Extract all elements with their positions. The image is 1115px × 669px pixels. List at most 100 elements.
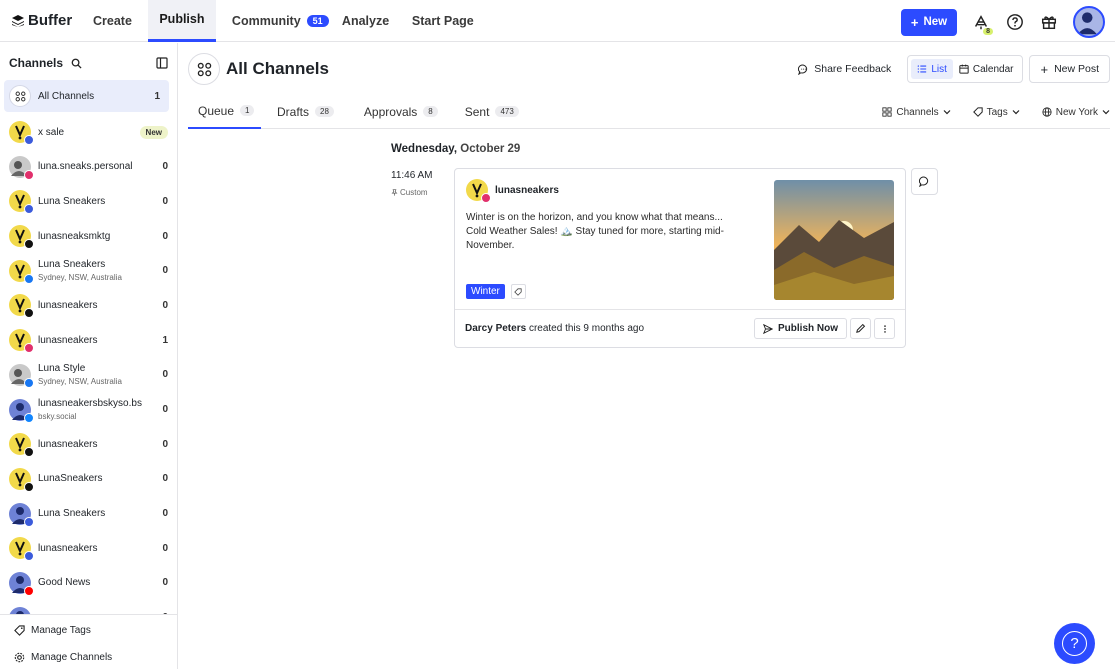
gear-icon xyxy=(14,652,25,662)
tag-winter[interactable]: Winter xyxy=(466,284,505,299)
network-icon xyxy=(24,204,34,215)
post-author: lunasneakers xyxy=(466,179,559,203)
sidebar-channel-item[interactable]: lunasneakers 0 xyxy=(0,427,177,462)
post-image[interactable] xyxy=(774,180,894,300)
post-card[interactable]: lunasneakers Winter is on the horizon, a… xyxy=(454,168,906,348)
help-chat-button[interactable]: ? xyxy=(1054,623,1095,664)
comment-button[interactable] xyxy=(911,168,938,195)
sidebar-channel-item[interactable]: Luna Sneakers Sydney, NSW, Australia 0 xyxy=(0,253,177,288)
sidebar-channel-item[interactable]: lunasneaksmktg 0 xyxy=(0,219,177,254)
channel-post-count: 0 xyxy=(162,438,168,450)
channel-post-count: 0 xyxy=(162,161,168,173)
timezone-filter-label: New York xyxy=(1055,106,1098,118)
whats-new-button[interactable]: 8 xyxy=(971,12,993,35)
instagram-icon xyxy=(481,193,491,203)
tab-drafts[interactable]: Drafts 28 xyxy=(267,95,344,129)
chevron-down-icon xyxy=(1012,110,1020,115)
network-icon xyxy=(24,239,34,250)
sidebar-channel-item[interactable]: Luna Style Sydney, NSW, Australia 0 xyxy=(0,358,177,393)
sidebar-channel-item[interactable]: lunasneakersbskyso.bsky bsky.social 0 xyxy=(0,392,177,427)
sidebar-channel-item[interactable]: Luna Sneakers 0 xyxy=(0,184,177,219)
tab-count: 1 xyxy=(240,105,255,116)
tab-label: Sent xyxy=(464,104,490,119)
send-icon xyxy=(763,323,773,334)
calendar-view-label: Calendar xyxy=(972,63,1014,75)
tab-queue[interactable]: Queue 1 xyxy=(188,95,261,129)
channel-text: x sale xyxy=(38,127,140,138)
publish-now-button[interactable]: Publish Now xyxy=(754,318,847,339)
post-tabs: Queue 1 Drafts 28 Approvals 8 Sent 473 C… xyxy=(188,95,1110,129)
mountain-sunset-image xyxy=(774,180,894,300)
chevron-down-icon xyxy=(1102,110,1110,115)
day-heading: Wednesday, October 29 xyxy=(391,143,520,155)
channel-text: Luna Sneakers xyxy=(38,508,142,519)
filters: Channels Tags New York xyxy=(882,95,1110,129)
sidebar-channel-item[interactable]: lunasneakers 0 xyxy=(0,531,177,566)
channel-name: All Channels xyxy=(38,90,95,102)
all-channels-icon xyxy=(188,53,220,85)
new-post-button[interactable]: + New Post xyxy=(1029,55,1110,83)
sidebar-channel-item[interactable]: lunasneakers 0 xyxy=(0,288,177,323)
network-icon xyxy=(24,377,34,388)
sidebar-channel-item[interactable]: Luna Sneakers 0 xyxy=(0,496,177,531)
channel-name: lunasneaksmktg xyxy=(38,230,111,242)
share-feedback-button[interactable]: Share Feedback xyxy=(798,63,891,75)
comment-icon xyxy=(919,176,929,187)
edit-post-button[interactable] xyxy=(850,318,871,339)
user-avatar[interactable] xyxy=(1073,6,1105,38)
channel-text: Luna Sneakers Sydney, NSW, Australia xyxy=(38,259,142,282)
plus-icon: + xyxy=(1040,61,1049,77)
channel-name: lunasneakers xyxy=(38,438,98,450)
tags-filter[interactable]: Tags xyxy=(972,107,1020,118)
add-tag-button[interactable] xyxy=(510,284,526,299)
timezone-filter[interactable]: New York xyxy=(1042,107,1110,118)
slot-time: 11:46 AM xyxy=(391,170,433,181)
new-badge: New xyxy=(139,125,168,139)
channel-avatar xyxy=(9,502,34,527)
more-options-button[interactable] xyxy=(874,318,895,339)
channels-filter[interactable]: Channels xyxy=(882,107,951,118)
buffer-logo[interactable]: Buffer xyxy=(0,12,78,29)
more-vertical-icon xyxy=(883,324,886,333)
sidebar-item-all-channels[interactable]: All Channels 1 xyxy=(4,80,169,112)
sidebar-channel-item[interactable]: lunasneakers 1 xyxy=(0,323,177,358)
collapse-sidebar-icon[interactable] xyxy=(156,57,168,69)
nav-create[interactable]: Create xyxy=(78,0,148,42)
brand-name: Buffer xyxy=(28,12,73,29)
nav-start-page[interactable]: Start Page xyxy=(396,0,474,42)
nav-community[interactable]: Community 51 xyxy=(216,0,329,42)
manage-tags-button[interactable]: Manage Tags xyxy=(0,618,177,642)
gift-button[interactable] xyxy=(1039,12,1059,32)
nav-analyze[interactable]: Analyze xyxy=(326,0,396,42)
channels-sidebar: Channels All Channels 1 x sale New luna.snea… xyxy=(0,43,178,669)
tab-approvals[interactable]: Approvals 8 xyxy=(354,95,448,129)
nav-publish[interactable]: Publish xyxy=(147,0,216,42)
new-post-label: New Post xyxy=(1054,63,1099,75)
channel-post-count: 0 xyxy=(162,577,168,589)
new-button[interactable]: + New xyxy=(901,8,957,36)
post-created-text: created this 9 months ago xyxy=(528,323,645,334)
channel-avatar xyxy=(9,571,34,596)
sidebar-channel-item[interactable]: luna.sneaks.personal 0 xyxy=(0,149,177,184)
help-button[interactable] xyxy=(1005,12,1025,32)
calendar-view-button[interactable]: Calendar xyxy=(953,59,1020,79)
sidebar-channel-item[interactable]: c0 xyxy=(0,600,177,615)
channel-avatar xyxy=(9,537,34,562)
channel-post-count: 1 xyxy=(154,90,160,102)
search-icon[interactable] xyxy=(71,58,82,69)
manage-channels-button[interactable]: Manage Channels xyxy=(0,645,177,669)
nav-community-label: Community xyxy=(231,13,301,28)
channel-list: All Channels 1 x sale New luna.sneaks.person… xyxy=(0,80,177,615)
page-title: All Channels xyxy=(226,59,329,78)
channel-name: Good News xyxy=(38,577,91,589)
channel-avatar xyxy=(9,121,34,146)
sidebar-channel-item[interactable]: LunaSneakers 0 xyxy=(0,462,177,497)
network-icon xyxy=(24,551,34,562)
list-view-button[interactable]: List xyxy=(911,59,953,79)
channel-text: lunasneakers xyxy=(38,439,142,450)
tab-sent[interactable]: Sent 473 xyxy=(455,95,529,129)
sidebar-channel-item[interactable]: x sale New xyxy=(0,115,177,150)
list-view-label: List xyxy=(931,63,947,75)
tag-icon xyxy=(972,107,983,117)
sidebar-channel-item[interactable]: Good News 0 xyxy=(0,566,177,601)
